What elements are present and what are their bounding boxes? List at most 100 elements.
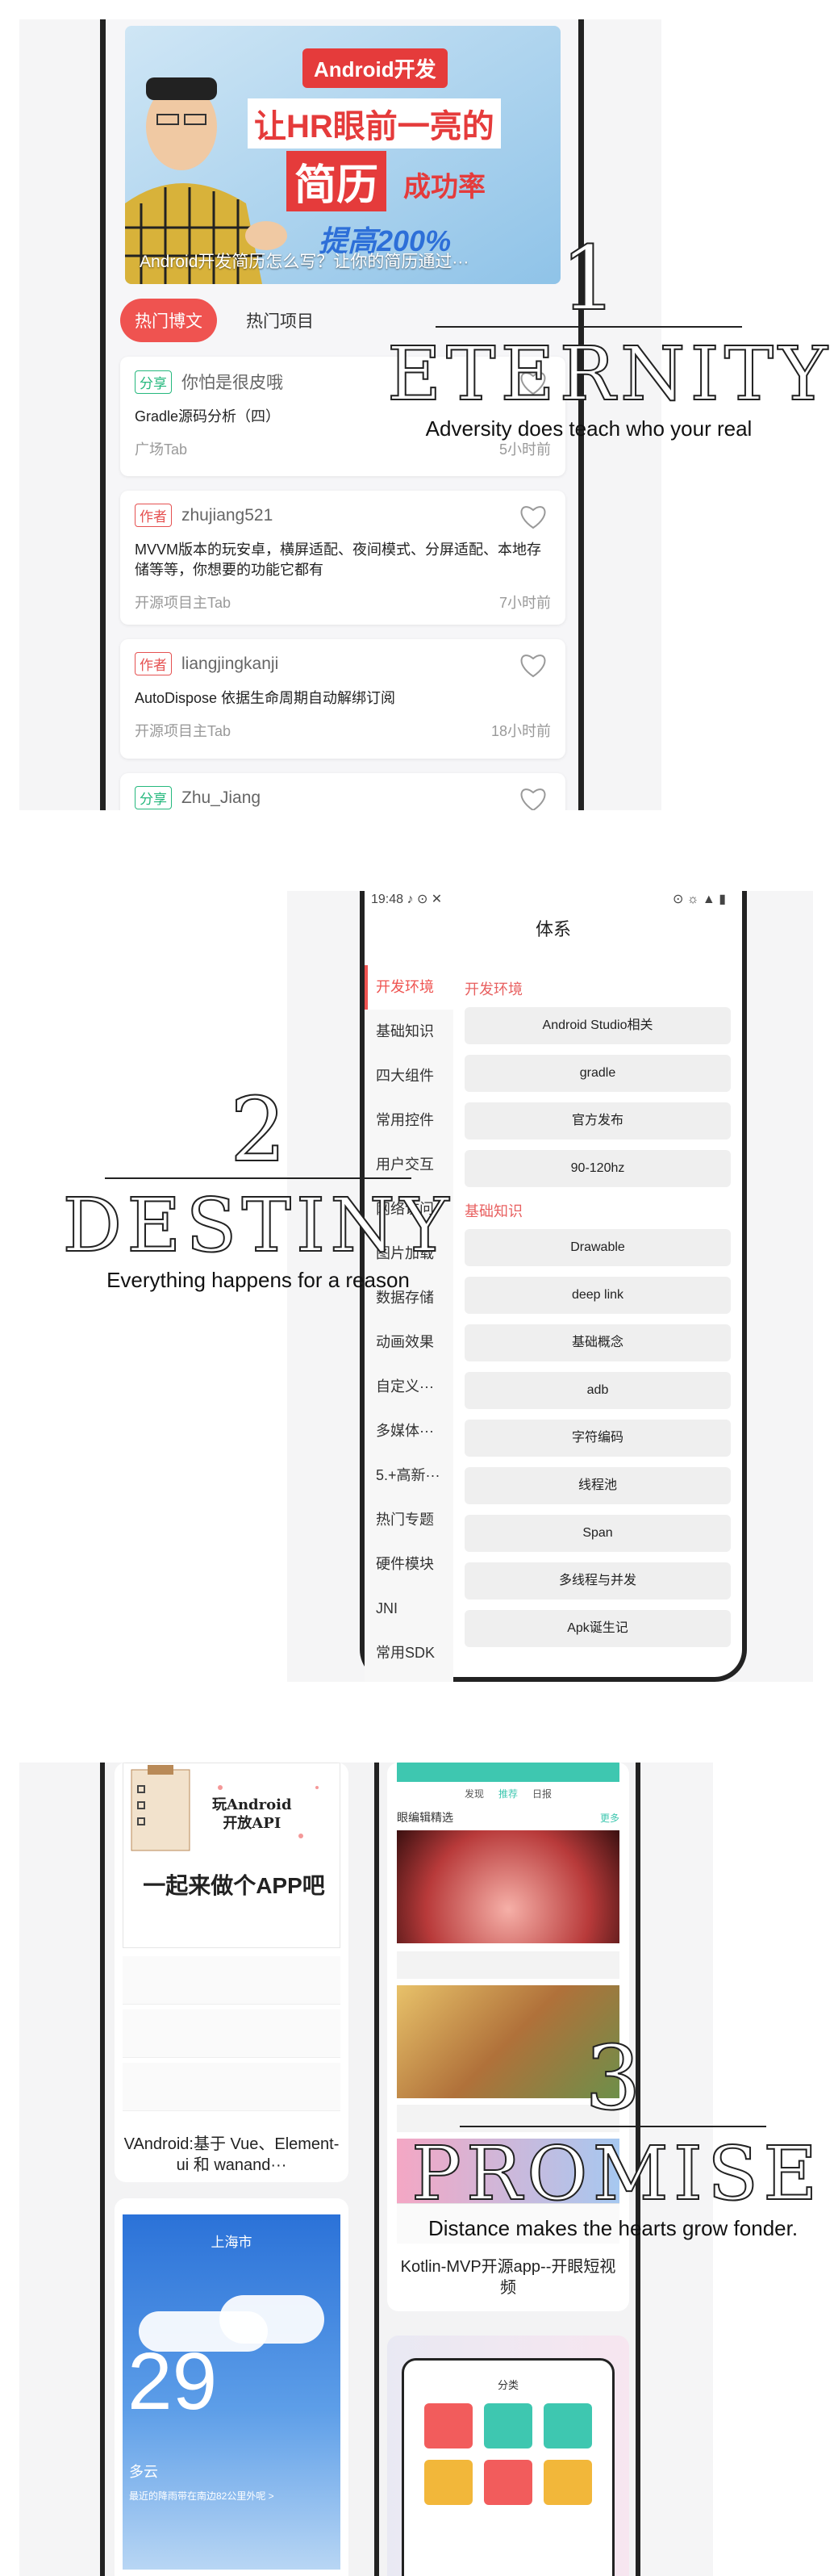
status-bar xyxy=(397,1763,619,1782)
cloud-shape xyxy=(219,2295,324,2344)
video-thumbnail[interactable] xyxy=(397,1830,619,1943)
overlay-word: DESTINY xyxy=(62,1182,454,1269)
overlay-title-2: 2 DESTINY Everything happens for a reaso… xyxy=(32,1085,484,1293)
overlay-word: PROMISE xyxy=(411,2131,823,2217)
weather-screen: 上海市 29 多云 最近的降雨带在南边82公里外呢 > xyxy=(123,2214,340,2570)
article-card[interactable]: 作者 liangjingkanji AutoDispose 依据生命周期自动解绑订… xyxy=(120,639,565,759)
grid-tile[interactable] xyxy=(544,2460,592,2505)
more-link[interactable]: 更多 xyxy=(600,1811,619,1825)
video-meta xyxy=(397,1951,619,1979)
category-sidebar: 开发环境 基础知识 四大组件 常用控件 用户交互 网络访问 图片加载 数据存储 … xyxy=(365,965,453,1675)
grid-tile[interactable] xyxy=(424,2460,473,2505)
tab-hot-projects[interactable]: 热门项目 xyxy=(231,299,328,342)
overlay-subtitle: Distance makes the hearts grow fonder. xyxy=(427,2216,799,2240)
status-time: 19:48 xyxy=(371,893,404,906)
category-grid xyxy=(404,2403,612,2505)
project-card[interactable]: 上海市 29 多云 最近的降雨带在南边82公里外呢 > xyxy=(115,2198,348,2576)
tab-discover[interactable]: 发现 xyxy=(465,1787,484,1800)
article-time: 5小时前 xyxy=(498,441,551,458)
tag-chip[interactable]: 90-120hz xyxy=(465,1150,731,1187)
mini-phone: 分类 xyxy=(402,2358,615,2576)
article-title: AutoDispose 依据生命周期自动解绑订阅 xyxy=(135,690,396,706)
author-name: Zhu_Jiang xyxy=(181,788,261,807)
category-content: 开发环境 Android Studio相关 gradle 官方发布 90-120… xyxy=(465,975,731,1658)
tag-chip[interactable]: 线程池 xyxy=(465,1467,731,1504)
sidebar-item[interactable]: 热门专题 xyxy=(365,1498,453,1542)
article-time: 18小时前 xyxy=(490,723,551,740)
tag-chip[interactable]: gradle xyxy=(465,1055,731,1092)
banner-headline-1: 让HR眼前一亮的 xyxy=(248,98,501,148)
overlay-number: 3 xyxy=(584,2026,642,2130)
list-preview xyxy=(123,1956,340,2118)
poster-subtitle: 一起来做个APP吧 xyxy=(143,1873,325,1898)
grid-tile[interactable] xyxy=(424,2403,473,2448)
status-right-icons: ⊙ ☼ ▲ ▮ xyxy=(672,893,726,906)
poster-title: 玩Android 开放API xyxy=(212,1796,292,1833)
share-badge: 分享 xyxy=(135,370,172,394)
overlay-title-1: 1 ETERNITY Adversity does teach who your… xyxy=(386,227,828,441)
group-title: 开发环境 xyxy=(465,981,523,997)
tag-chip[interactable]: Apk诞生记 xyxy=(465,1610,731,1647)
status-bar: 19:48 ♪ ⊙ ✕ ⊙ ☼ ▲ ▮ xyxy=(371,891,726,910)
status-icons: ♪ ⊙ ✕ xyxy=(407,893,443,906)
author-name: 你怕是很皮哦 xyxy=(181,374,283,392)
tab-recommend[interactable]: 推荐 xyxy=(498,1787,518,1800)
tag-chip[interactable]: Android Studio相关 xyxy=(465,1007,731,1044)
article-source: 开源项目主Tab xyxy=(135,723,231,740)
sidebar-item[interactable]: 常用SDK xyxy=(365,1631,453,1675)
project-title: Kotlin-MVP开源app--开眼短视频 xyxy=(400,2258,616,2297)
tag-chip[interactable]: 官方发布 xyxy=(465,1102,731,1140)
grid-tile[interactable] xyxy=(484,2403,532,2448)
sidebar-item[interactable]: 5.+高新··· xyxy=(365,1453,453,1498)
sidebar-item[interactable]: 多媒体··· xyxy=(365,1409,453,1453)
mini-header: 分类 xyxy=(497,2379,519,2391)
tag-chip[interactable]: Span xyxy=(465,1515,731,1552)
section-heading: 眼编辑精选 xyxy=(397,1811,453,1824)
sidebar-item[interactable]: 动画效果 xyxy=(365,1320,453,1365)
group-title: 基础知识 xyxy=(465,1203,523,1219)
article-source: 开源项目主Tab xyxy=(135,595,231,612)
page-title: 体系 xyxy=(535,919,571,939)
sidebar-item[interactable]: JNI xyxy=(365,1587,453,1631)
article-card[interactable]: 分享 Zhu_Jiang xyxy=(120,773,565,810)
video-tabs: 发现 推荐 日报 xyxy=(397,1787,619,1800)
heart-icon[interactable] xyxy=(519,652,548,678)
banner-headline-2b: 成功率 xyxy=(403,172,486,203)
author-name: liangjingkanji xyxy=(181,654,279,673)
heart-icon[interactable] xyxy=(519,786,548,810)
sidebar-item[interactable]: 基础知识 xyxy=(365,1010,453,1054)
list-item xyxy=(123,2063,340,2111)
tag-chip[interactable]: adb xyxy=(465,1372,731,1409)
tag-chip[interactable]: Drawable xyxy=(465,1229,731,1266)
tab-daily[interactable]: 日报 xyxy=(532,1787,552,1800)
list-item xyxy=(123,2009,340,2058)
poster-thumbnail: 玩Android 开放API 一起来做个APP吧 xyxy=(123,1763,340,1948)
grid-tile[interactable] xyxy=(484,2460,532,2505)
weather-condition: 多云 xyxy=(129,2464,158,2480)
clipboard-illustration xyxy=(131,1765,319,1851)
project-card[interactable]: 玩Android 开放API 一起来做个APP吧 VAndroid:基于 Vue… xyxy=(115,1763,348,2182)
sidebar-item[interactable]: 开发环境 xyxy=(365,965,453,1010)
tab-hot-blogs[interactable]: 热门博文 xyxy=(120,299,217,342)
tag-chip[interactable]: 多线程与并发 xyxy=(465,1562,731,1600)
phone-left: 玩Android 开放API 一起来做个APP吧 VAndroid:基于 Vue… xyxy=(100,1763,382,2576)
project-card[interactable]: 分类 xyxy=(387,2336,629,2576)
tag-chip[interactable]: deep link xyxy=(465,1277,731,1314)
article-card[interactable]: 作者 zhujiang521 MVVM版本的玩安卓，横屏适配、夜间模式、分屏适配、… xyxy=(120,491,565,625)
grid-tile[interactable] xyxy=(544,2403,592,2448)
overlay-subtitle: Everything happens for a reason xyxy=(106,1268,410,1292)
article-time: 7小时前 xyxy=(498,595,551,612)
banner-headline-2: 简历 xyxy=(286,151,387,211)
sidebar-item[interactable]: 自定义··· xyxy=(365,1365,453,1409)
overlay-number: 1 xyxy=(560,227,618,330)
temperature: 29 xyxy=(127,2336,218,2427)
sidebar-item[interactable]: 硬件模块 xyxy=(365,1542,453,1587)
overlay-number: 2 xyxy=(229,1078,287,1181)
banner-tag: Android开发 xyxy=(302,48,448,88)
author-name: zhujiang521 xyxy=(181,505,273,525)
heart-icon[interactable] xyxy=(519,504,548,529)
tag-chip[interactable]: 基础概念 xyxy=(465,1324,731,1361)
rain-note: 最近的降雨带在南边82公里外呢 > xyxy=(129,2490,274,2502)
article-source: 广场Tab xyxy=(135,441,188,458)
tag-chip[interactable]: 字符编码 xyxy=(465,1420,731,1457)
